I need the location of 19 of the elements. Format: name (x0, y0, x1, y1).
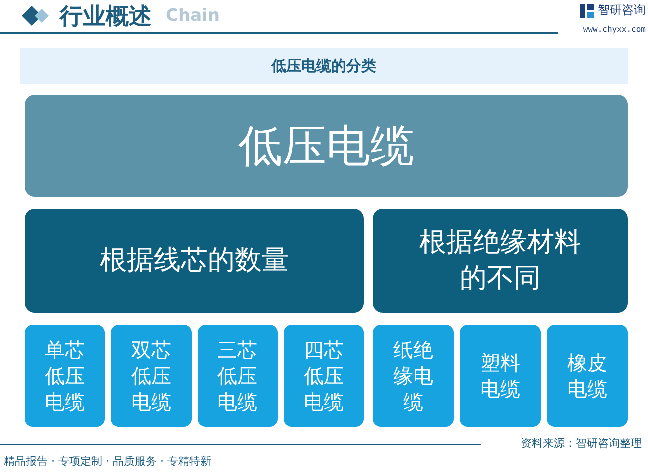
category-node: 根据绝缘材料的不同 (373, 209, 628, 313)
section-title: 行业概述 (60, 2, 152, 32)
logo-icon (580, 4, 594, 18)
type-node: 纸绝缘电缆 (373, 325, 454, 427)
website-url: www.chyxx.com (583, 25, 646, 34)
root-node: 低压电缆 (25, 95, 628, 197)
type-node: 橡皮电缆 (547, 325, 628, 427)
type-node: 四芯低压电缆 (284, 325, 364, 427)
diamond-icon (22, 5, 52, 27)
type-node: 三芯低压电缆 (198, 325, 278, 427)
type-node: 双芯低压电缆 (111, 325, 192, 427)
type-node: 塑料电缆 (460, 325, 541, 427)
chart-title: 低压电缆的分类 (20, 48, 628, 84)
brand-name: 智研咨询 (598, 2, 646, 19)
footer-slogan: 精品报告 · 专项定制 · 品质服务 · 专精特新 (3, 454, 212, 470)
source-note: 资料来源：智研咨询整理 (521, 436, 642, 451)
category-node: 根据线芯的数量 (25, 209, 364, 313)
type-node: 单芯低压电缆 (25, 325, 106, 427)
ghost-subtitle: Chain (166, 6, 220, 26)
